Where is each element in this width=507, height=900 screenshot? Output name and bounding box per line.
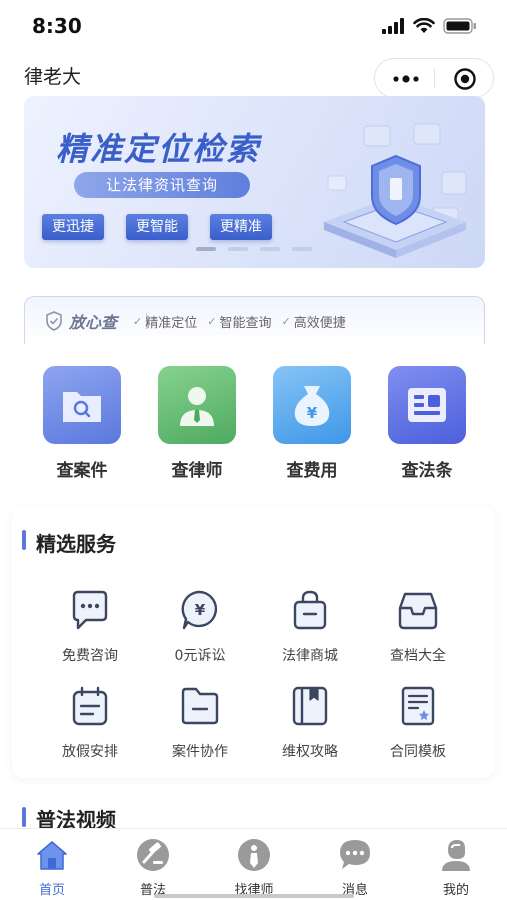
battery-icon	[443, 18, 476, 34]
service-item[interactable]: 案件协作	[152, 684, 248, 761]
tab-label: 我的	[442, 883, 469, 898]
service-item[interactable]: 查档大全	[370, 588, 466, 665]
service-label: 0元诉讼	[174, 648, 226, 664]
shopping-bag-icon	[293, 590, 327, 630]
svg-text:¥: ¥	[307, 404, 318, 422]
quick-action-lawyer[interactable]: 查律师	[157, 366, 237, 481]
tab-messages[interactable]: 消息	[315, 837, 395, 898]
quick-action-fee[interactable]: ¥ 查费用	[272, 366, 352, 481]
quick-action-label: 查律师	[171, 461, 223, 481]
service-label: 查档大全	[390, 648, 446, 664]
tab-home[interactable]: 首页	[12, 837, 92, 898]
section-title: 精选服务	[36, 532, 116, 556]
banner-subtitle: 让法律资讯查询	[74, 172, 250, 198]
capsule-divider	[434, 69, 435, 89]
trust-item: ✓ 精准定位	[133, 315, 198, 331]
check-icon: ✓	[207, 315, 217, 328]
tab-law-education[interactable]: 普法	[113, 837, 193, 898]
carousel-dot[interactable]	[228, 247, 248, 251]
service-label: 维权攻略	[282, 744, 338, 760]
service-item[interactable]: 免费咨询	[42, 588, 138, 665]
section-accent-bar	[22, 807, 26, 827]
lawyer-icon	[158, 366, 236, 444]
check-icon: ✓	[133, 315, 143, 328]
service-item[interactable]: 合同模板	[370, 684, 466, 761]
trust-item: ✓ 智能查询	[207, 315, 272, 331]
quick-action-case[interactable]: 查案件	[42, 366, 122, 481]
close-target-icon[interactable]	[453, 67, 477, 91]
home-icon	[37, 841, 67, 870]
money-bag-icon: ¥	[273, 366, 351, 444]
quick-actions: 查案件 查律师 ¥ 查费用 查法条	[0, 366, 507, 486]
status-bar: 8:30	[0, 0, 507, 52]
banner-headline: 精准定位检索	[56, 130, 261, 168]
message-icon	[340, 840, 370, 869]
trust-items: ✓ 精准定位 ✓ 智能查询 ✓ 高效便捷	[133, 312, 346, 331]
status-time: 8:30	[32, 14, 82, 38]
service-label: 案件协作	[172, 744, 228, 760]
quick-action-law[interactable]: 查法条	[387, 366, 467, 481]
tab-find-lawyer[interactable]: 找律师	[214, 837, 294, 898]
service-item[interactable]: ¥ 0元诉讼	[152, 588, 248, 665]
wifi-icon	[413, 18, 435, 33]
yen-bubble-icon: ¥	[181, 590, 218, 630]
check-icon: ✓	[281, 315, 291, 328]
quick-action-label: 查案件	[56, 461, 108, 481]
service-label: 法律商城	[282, 648, 338, 664]
more-icon[interactable]	[391, 70, 421, 88]
service-label: 合同模板	[390, 744, 446, 760]
trust-main-label: 放心查	[69, 313, 118, 332]
tab-label: 首页	[38, 883, 65, 898]
section-accent-bar	[22, 530, 26, 550]
shield-illustration-icon	[324, 123, 467, 258]
folder-search-icon	[43, 366, 121, 444]
tab-bar: 首页 普法 找律师 消息 我的	[0, 828, 507, 900]
navbar: 律老大	[0, 52, 507, 98]
lawyer-tie-icon	[238, 839, 270, 871]
trust-strip: 放心查 ✓ 精准定位 ✓ 智能查询 ✓ 高效便捷	[24, 296, 485, 344]
home-indicator	[154, 894, 354, 898]
services-card: 精选服务 免费咨询 ¥ 0元诉讼 法律商城 查档大全 放假安排 案件协作 维权攻…	[12, 506, 495, 778]
calendar-icon	[72, 686, 108, 726]
banner-tag: 更智能	[126, 214, 188, 240]
mini-program-capsule	[374, 58, 494, 98]
folder-icon	[181, 687, 219, 725]
user-icon	[442, 840, 470, 871]
contract-icon	[401, 686, 435, 726]
signal-icon	[382, 18, 404, 34]
service-item[interactable]: 放假安排	[42, 684, 138, 761]
promo-banner[interactable]: 精准定位检索 让法律资讯查询 更迅捷 更智能 更精准	[24, 96, 485, 268]
status-icons	[381, 18, 477, 34]
carousel-dots	[196, 247, 312, 251]
trust-main: 放心查	[45, 309, 117, 333]
chat-bubble-icon	[72, 590, 108, 630]
svg-text:¥: ¥	[195, 601, 206, 619]
tab-profile[interactable]: 我的	[416, 837, 496, 898]
document-icon	[388, 366, 466, 444]
carousel-dot[interactable]	[196, 247, 216, 251]
trust-item: ✓ 高效便捷	[281, 315, 346, 331]
banner-tag: 更迅捷	[42, 214, 104, 240]
gavel-icon	[137, 839, 169, 871]
service-item[interactable]: 维权攻略	[262, 684, 358, 761]
service-label: 放假安排	[62, 744, 118, 760]
quick-action-label: 查费用	[286, 461, 338, 481]
shield-check-icon	[46, 311, 62, 331]
carousel-dot[interactable]	[260, 247, 280, 251]
book-icon	[292, 686, 328, 726]
service-label: 免费咨询	[62, 648, 118, 664]
banner-tag: 更精准	[210, 214, 272, 240]
service-item[interactable]: 法律商城	[262, 588, 358, 665]
archive-box-icon	[398, 592, 438, 630]
quick-action-label: 查法条	[401, 461, 453, 481]
app-title: 律老大	[24, 66, 82, 88]
